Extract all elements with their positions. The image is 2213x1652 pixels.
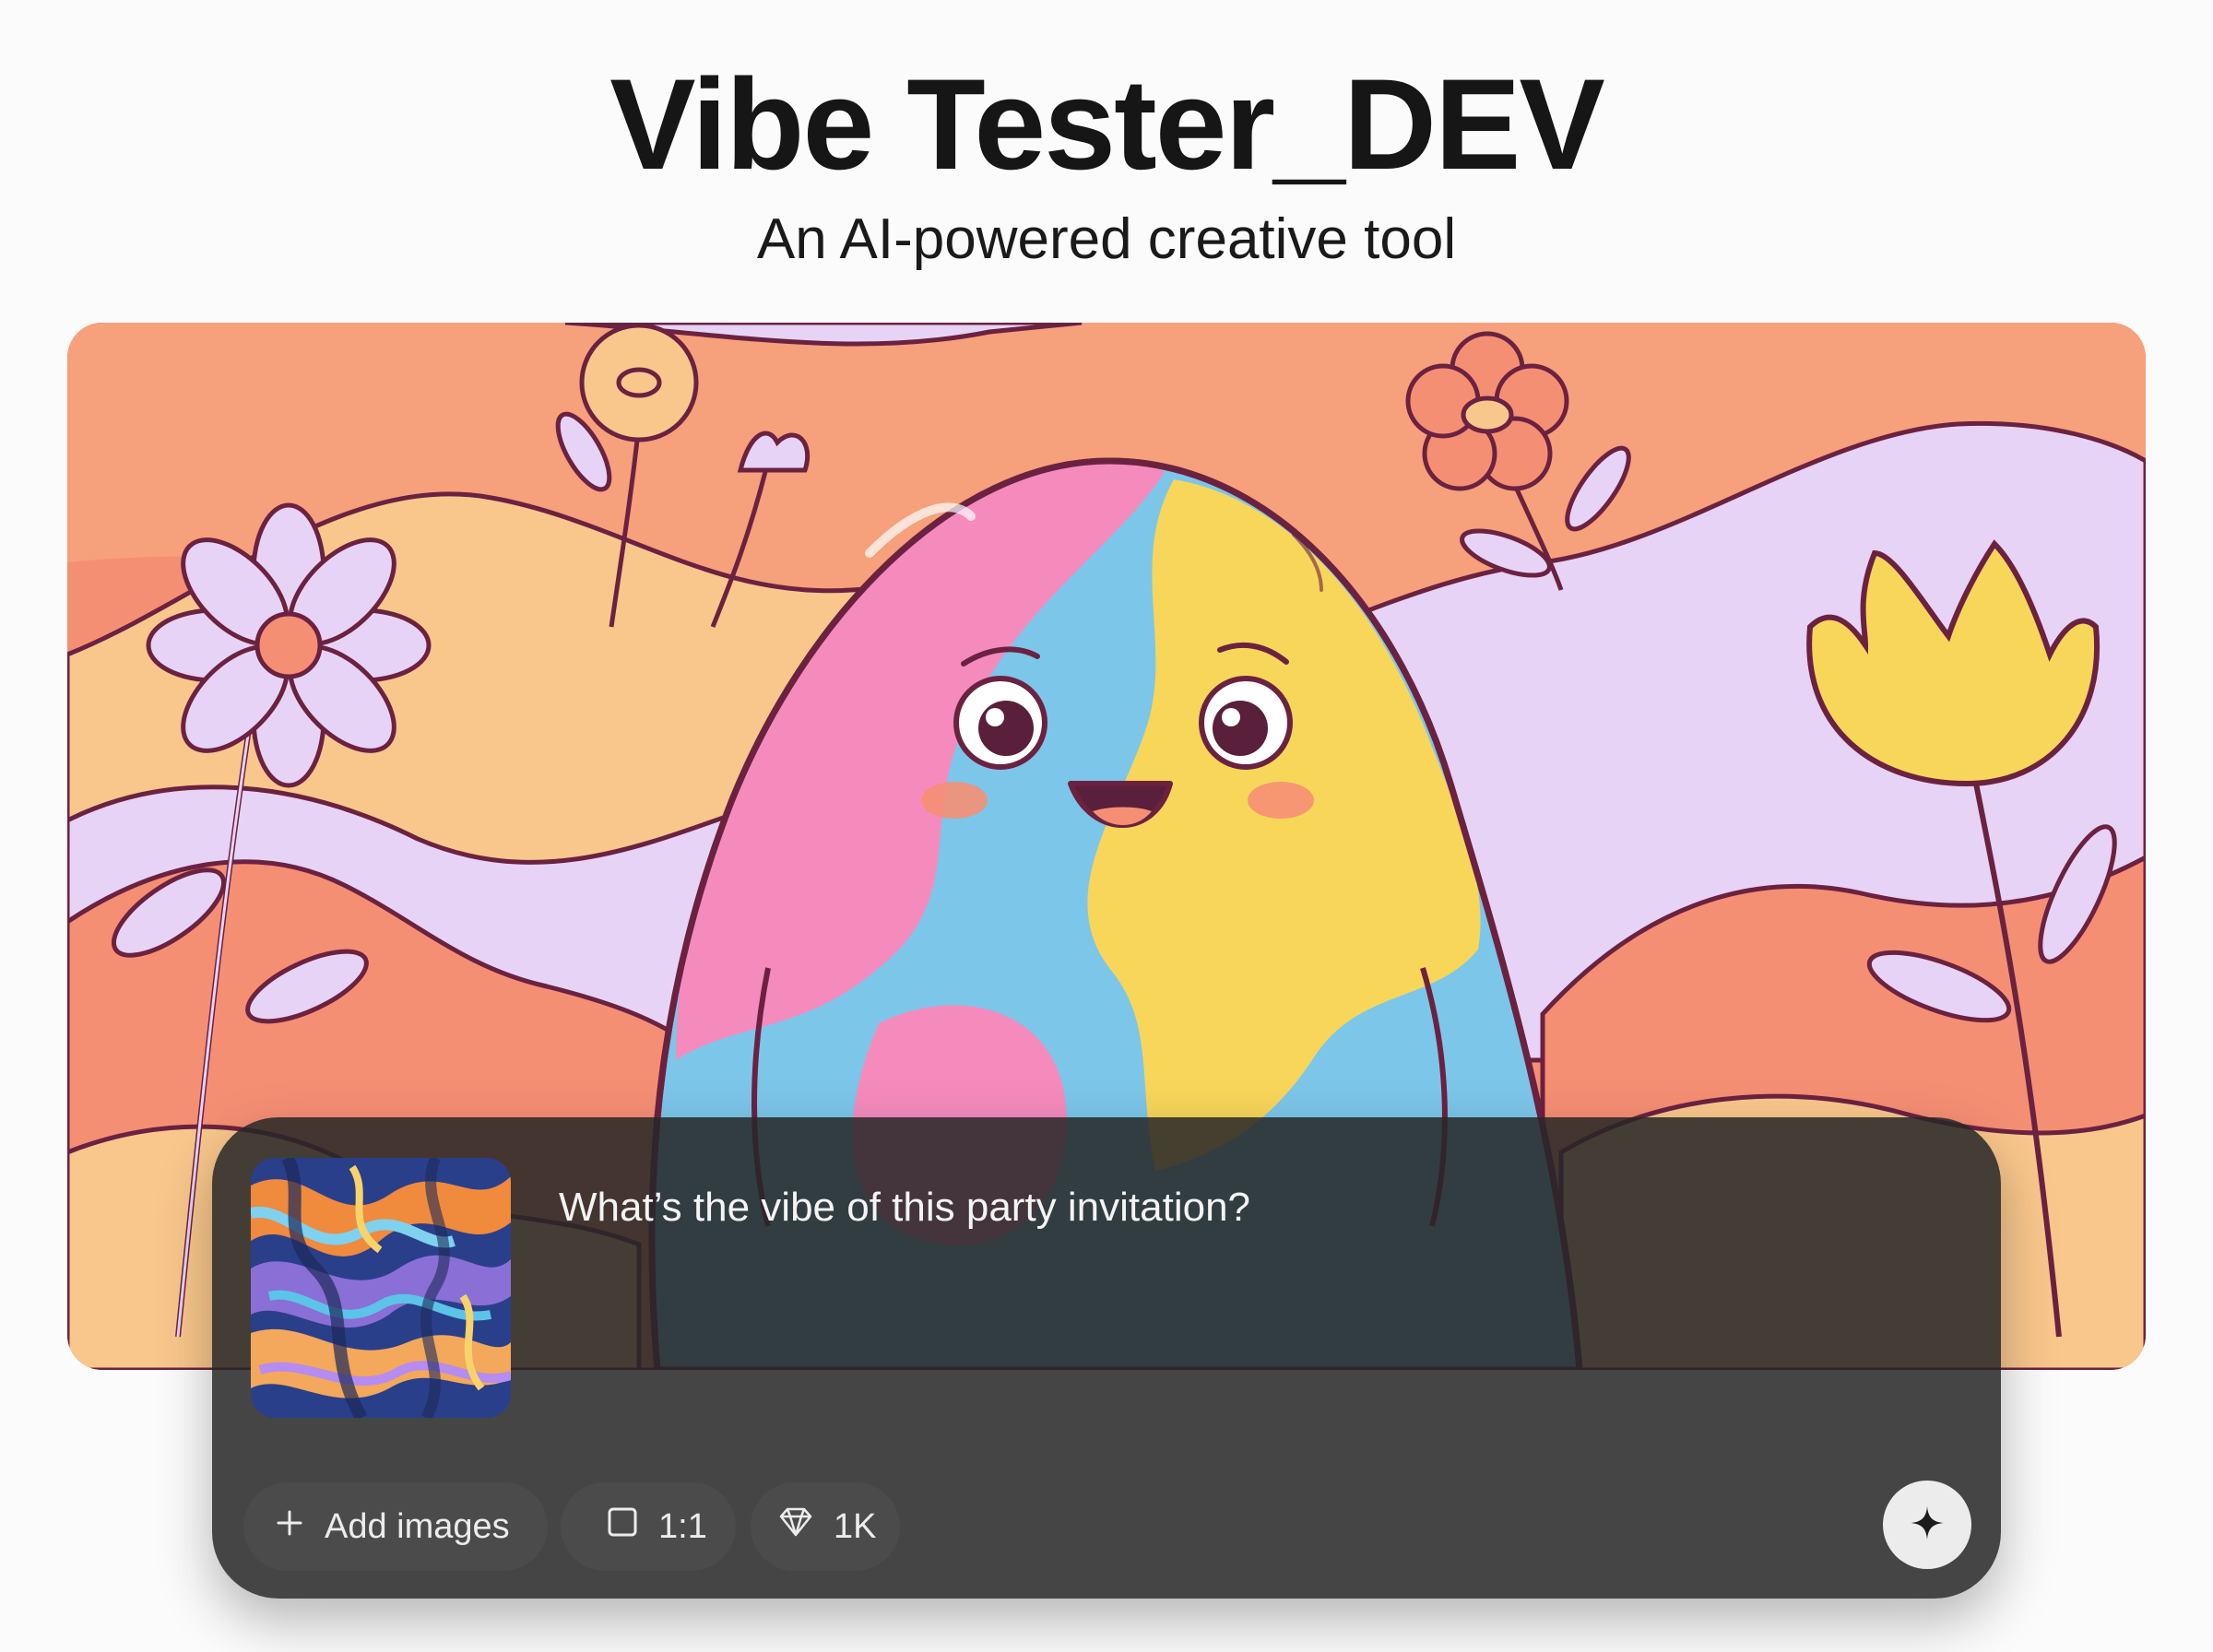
plus-icon: [275, 1507, 304, 1547]
resolution-label: 1K: [834, 1506, 877, 1546]
prompt-composer[interactable]: What’s the vibe of this party invitation…: [212, 1117, 2001, 1599]
page-title: Vibe Tester_DEV: [609, 52, 1605, 196]
add-images-button[interactable]: Add images: [243, 1482, 548, 1571]
resolution-button[interactable]: 1K: [751, 1482, 900, 1571]
page-subtitle: An AI-powered creative tool: [756, 207, 1457, 271]
diamond-icon: [778, 1506, 813, 1547]
add-images-label: Add images: [325, 1506, 510, 1546]
sparkle-icon: [1909, 1504, 1946, 1546]
attached-image-thumbnail[interactable]: [251, 1158, 511, 1418]
page: Vibe Tester_DEV An AI-powered creative t…: [0, 0, 2213, 1652]
marbled-swirl-thumbnail-icon: [251, 1158, 511, 1418]
prompt-text[interactable]: What’s the vibe of this party invitation…: [559, 1182, 1250, 1233]
aspect-ratio-label: 1:1: [658, 1506, 707, 1546]
aspect-ratio-button[interactable]: 1:1: [561, 1482, 736, 1571]
generate-button[interactable]: [1883, 1481, 1971, 1569]
square-icon: [607, 1506, 638, 1547]
